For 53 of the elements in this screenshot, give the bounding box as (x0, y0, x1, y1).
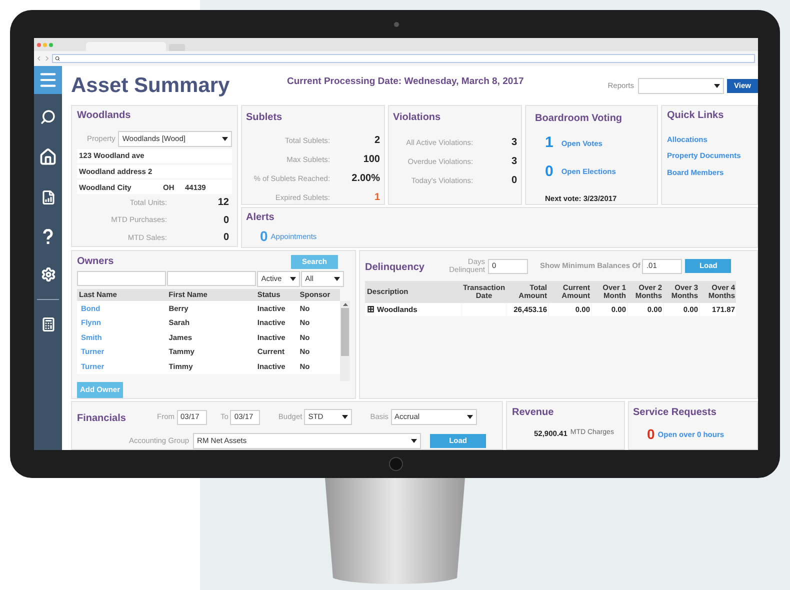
processing-date: Current Processing Date: Wednesday, March 8, 2017 (287, 75, 524, 90)
home-button-icon (389, 457, 403, 471)
panel-title: Alerts (246, 211, 276, 225)
help-icon[interactable] (43, 229, 53, 245)
report-icon[interactable] (40, 190, 56, 205)
panel-title: Revenue (512, 406, 555, 420)
search-icon (55, 56, 60, 61)
stat-value: 12 (216, 196, 229, 210)
page-title: Asset Summary (71, 72, 231, 99)
dropdown-caret-icon (334, 277, 340, 281)
count-value: 1 (545, 133, 554, 153)
panel-title: Service Requests (633, 406, 718, 420)
scroll-up-icon[interactable] (342, 303, 348, 306)
panel-title: Boardroom Voting (535, 112, 624, 126)
stat-value: 100 (362, 153, 380, 167)
menu-button[interactable] (34, 66, 62, 94)
count-value: 0 (647, 425, 655, 444)
search-icon[interactable] (40, 109, 56, 125)
reports-dropdown[interactable] (638, 78, 724, 94)
panel-title: Violations (393, 111, 442, 125)
dropdown-caret-icon (466, 415, 473, 419)
dropdown-caret-icon (411, 439, 418, 443)
stat-value: 2.00% (350, 172, 380, 186)
panel-title: Owners (77, 255, 114, 269)
last-name-filter[interactable] (77, 271, 166, 286)
dropdown-caret-icon (222, 137, 228, 141)
dropdown-caret-icon (342, 415, 348, 419)
scrollbar[interactable] (340, 301, 350, 381)
home-icon[interactable] (39, 148, 57, 166)
panel-title: Sublets (246, 111, 284, 125)
count-value: 0 (260, 227, 268, 246)
dropdown-caret-icon (290, 277, 296, 281)
stat-value: 0 (222, 230, 229, 245)
dropdown-caret-icon (714, 84, 720, 88)
address-bar[interactable] (52, 54, 755, 63)
menu-icon (38, 70, 58, 90)
calculator-icon[interactable] (40, 317, 56, 332)
stat-value: 0 (510, 174, 517, 188)
first-name-filter[interactable] (166, 271, 256, 286)
count-value: 0 (545, 162, 554, 182)
stat-value: 0 (222, 214, 229, 228)
stat-value: 3 (510, 155, 517, 169)
panel-title: Financials (77, 413, 126, 424)
panel-title: Quick Links (667, 109, 725, 123)
stat-value: 1 (373, 191, 380, 205)
stat-value: 3 (510, 136, 517, 150)
panel-title: Delinquency (365, 262, 424, 273)
settings-icon[interactable] (40, 267, 56, 282)
camera-icon (394, 22, 398, 26)
stat-value: 2 (373, 134, 380, 148)
panel-title: Woodlands (77, 109, 132, 123)
expand-toggle[interactable]: ⊞ (367, 302, 375, 316)
nav-arrows-icon[interactable] (37, 56, 49, 61)
